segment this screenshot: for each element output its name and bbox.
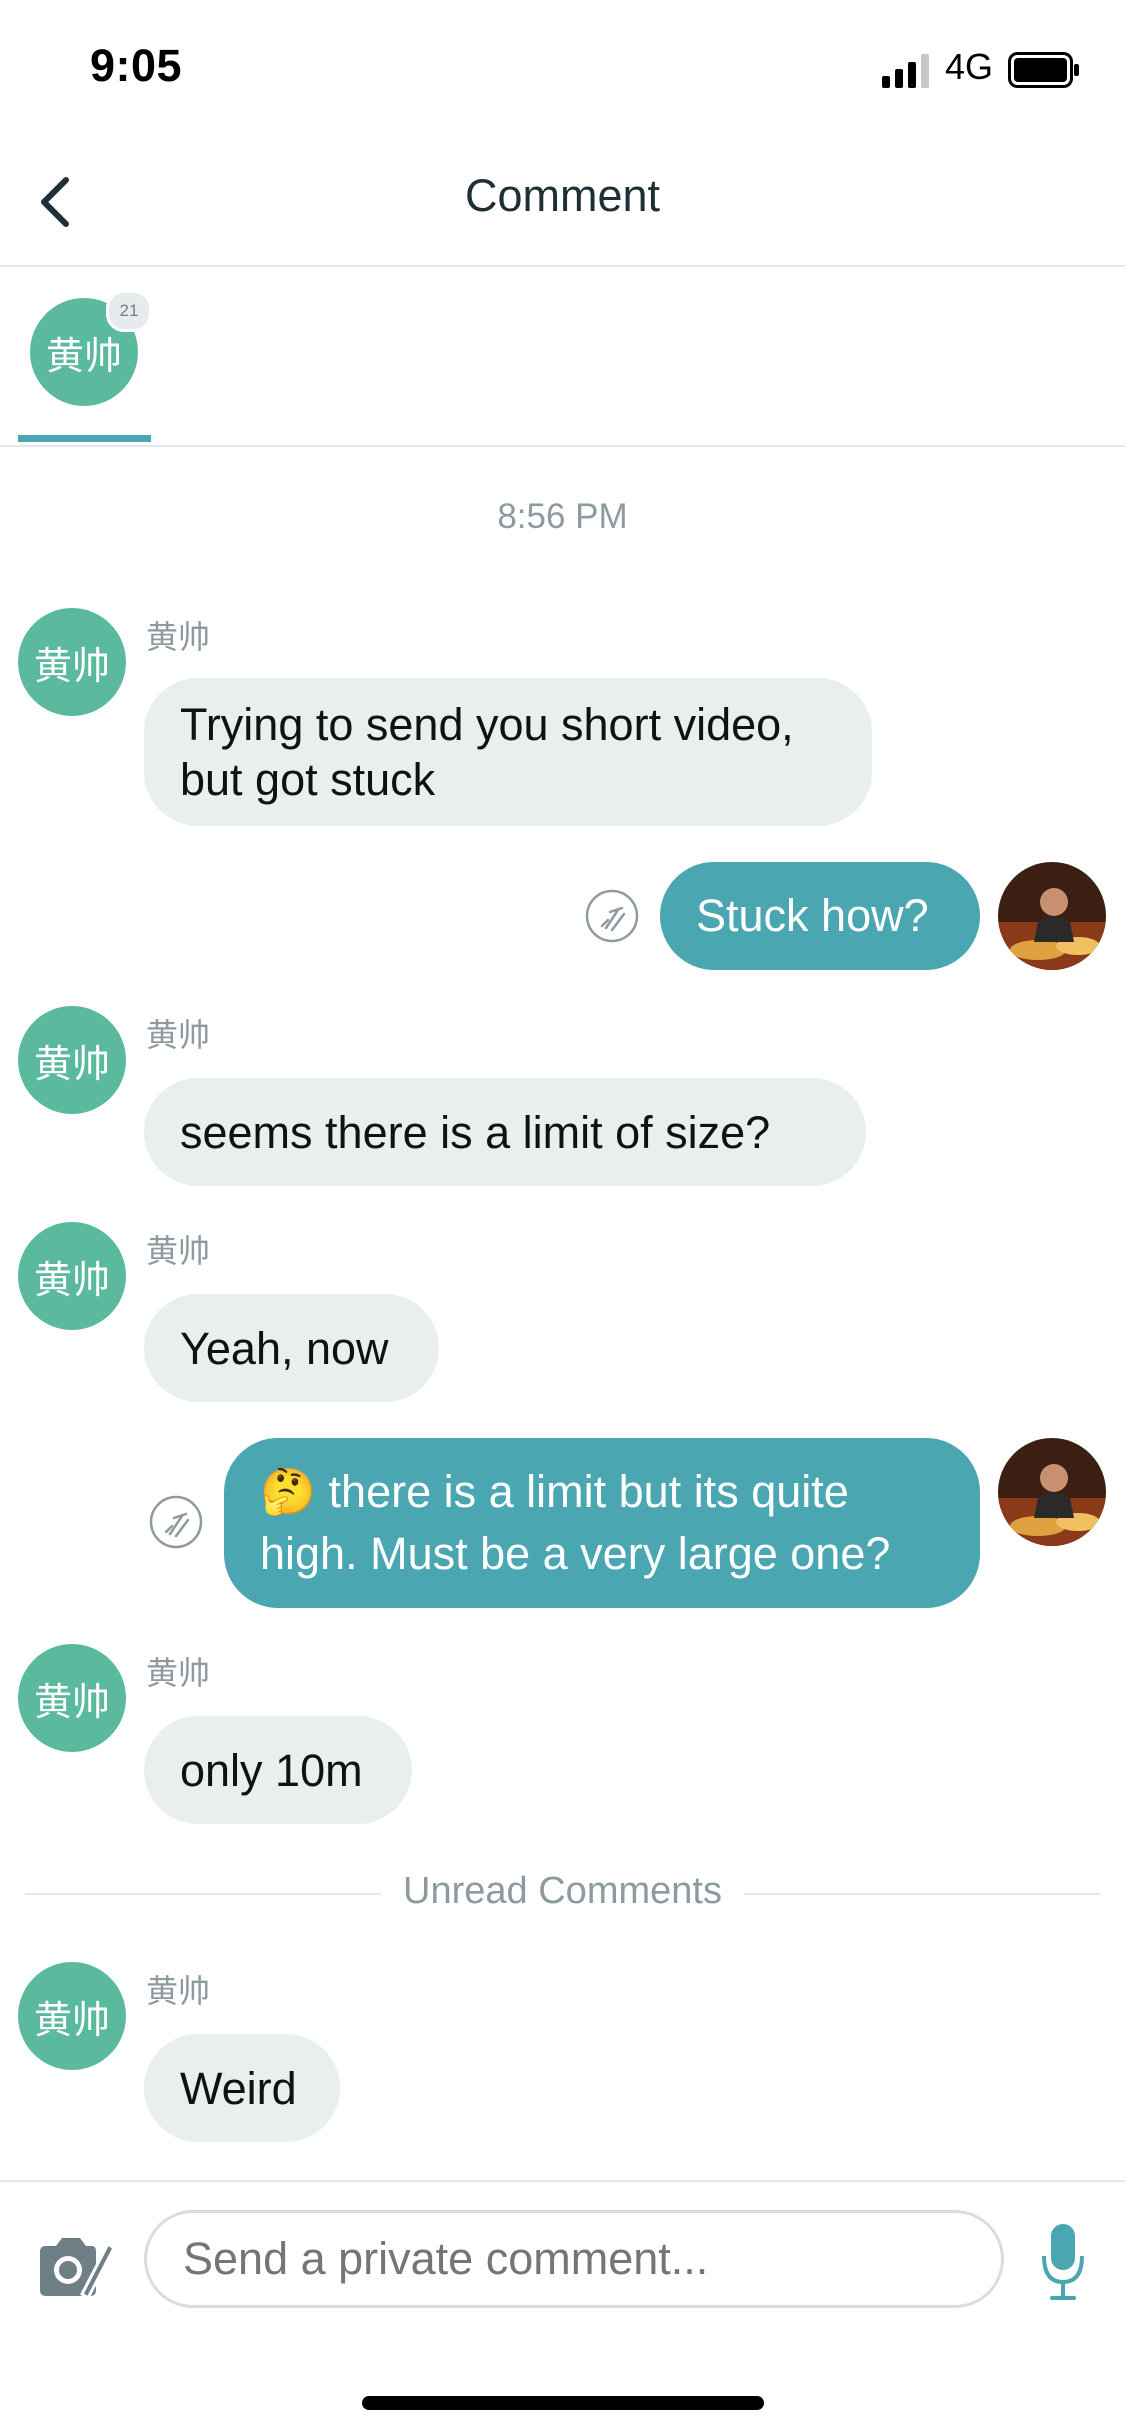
battery-icon [1008,52,1079,88]
unread-count-badge: 21 [106,290,152,332]
home-indicator[interactable] [362,2396,764,2410]
message-timestamp: 8:56 PM [497,497,628,536]
message-bubble-incoming[interactable]: Yeah, now [144,1294,439,1402]
status-time: 9:05 [90,40,183,91]
page-title: Comment [464,170,661,221]
user-photo-avatar[interactable] [998,1438,1106,1546]
message-line: Trying to send you short video, [180,699,794,750]
microphone-icon[interactable] [1040,2222,1086,2302]
network-type: 4G [945,46,994,87]
sender-avatar[interactable]: 黄帅 [18,608,126,716]
sender-name: 黄帅 [146,1973,211,2009]
sender-avatar[interactable]: 黄帅 [18,1222,126,1330]
sender-avatar[interactable]: 黄帅 [18,1006,126,1114]
message-bubble-incoming[interactable]: Weird [144,2034,340,2142]
sender-name: 黄帅 [146,1233,211,1269]
composer-divider [0,2180,1125,2182]
seen-receipt-icon [585,889,639,943]
unread-label: Unread Comments [381,1870,744,1912]
sender-avatar[interactable]: 黄帅 [18,1962,126,2070]
message-bubble-incoming[interactable]: seems there is a limit of size? [144,1078,866,1186]
message-line: 🤔 there is a limit but its quite [260,1466,849,1517]
seen-receipt-icon [149,1495,203,1549]
message-bubble-incoming[interactable]: Trying to send you short video, but got … [144,678,872,826]
message-line: high. Must be a very large one? [260,1528,891,1579]
sender-avatar[interactable]: 黄帅 [18,1644,126,1752]
header-divider [0,265,1125,267]
user-photo-avatar[interactable] [998,862,1106,970]
unread-divider: Unread Comments [0,1870,1125,1913]
comment-input[interactable] [144,2210,1004,2308]
sender-name: 黄帅 [146,619,211,655]
sender-name: 黄帅 [146,1655,211,1691]
message-bubble-outgoing[interactable]: 🤔 there is a limit but its quite high. M… [224,1438,980,1608]
selected-tab-indicator [18,435,151,442]
thinking-face-emoji: 🤔 [260,1466,317,1517]
strip-divider [0,445,1125,447]
message-bubble-incoming[interactable]: only 10m [144,1716,412,1824]
message-bubble-outgoing[interactable]: Stuck how? [660,862,980,970]
cellular-signal-icon [882,54,929,88]
sender-name: 黄帅 [146,1017,211,1053]
message-line: but got stuck [180,754,436,805]
camera-edit-icon[interactable] [36,2232,116,2302]
